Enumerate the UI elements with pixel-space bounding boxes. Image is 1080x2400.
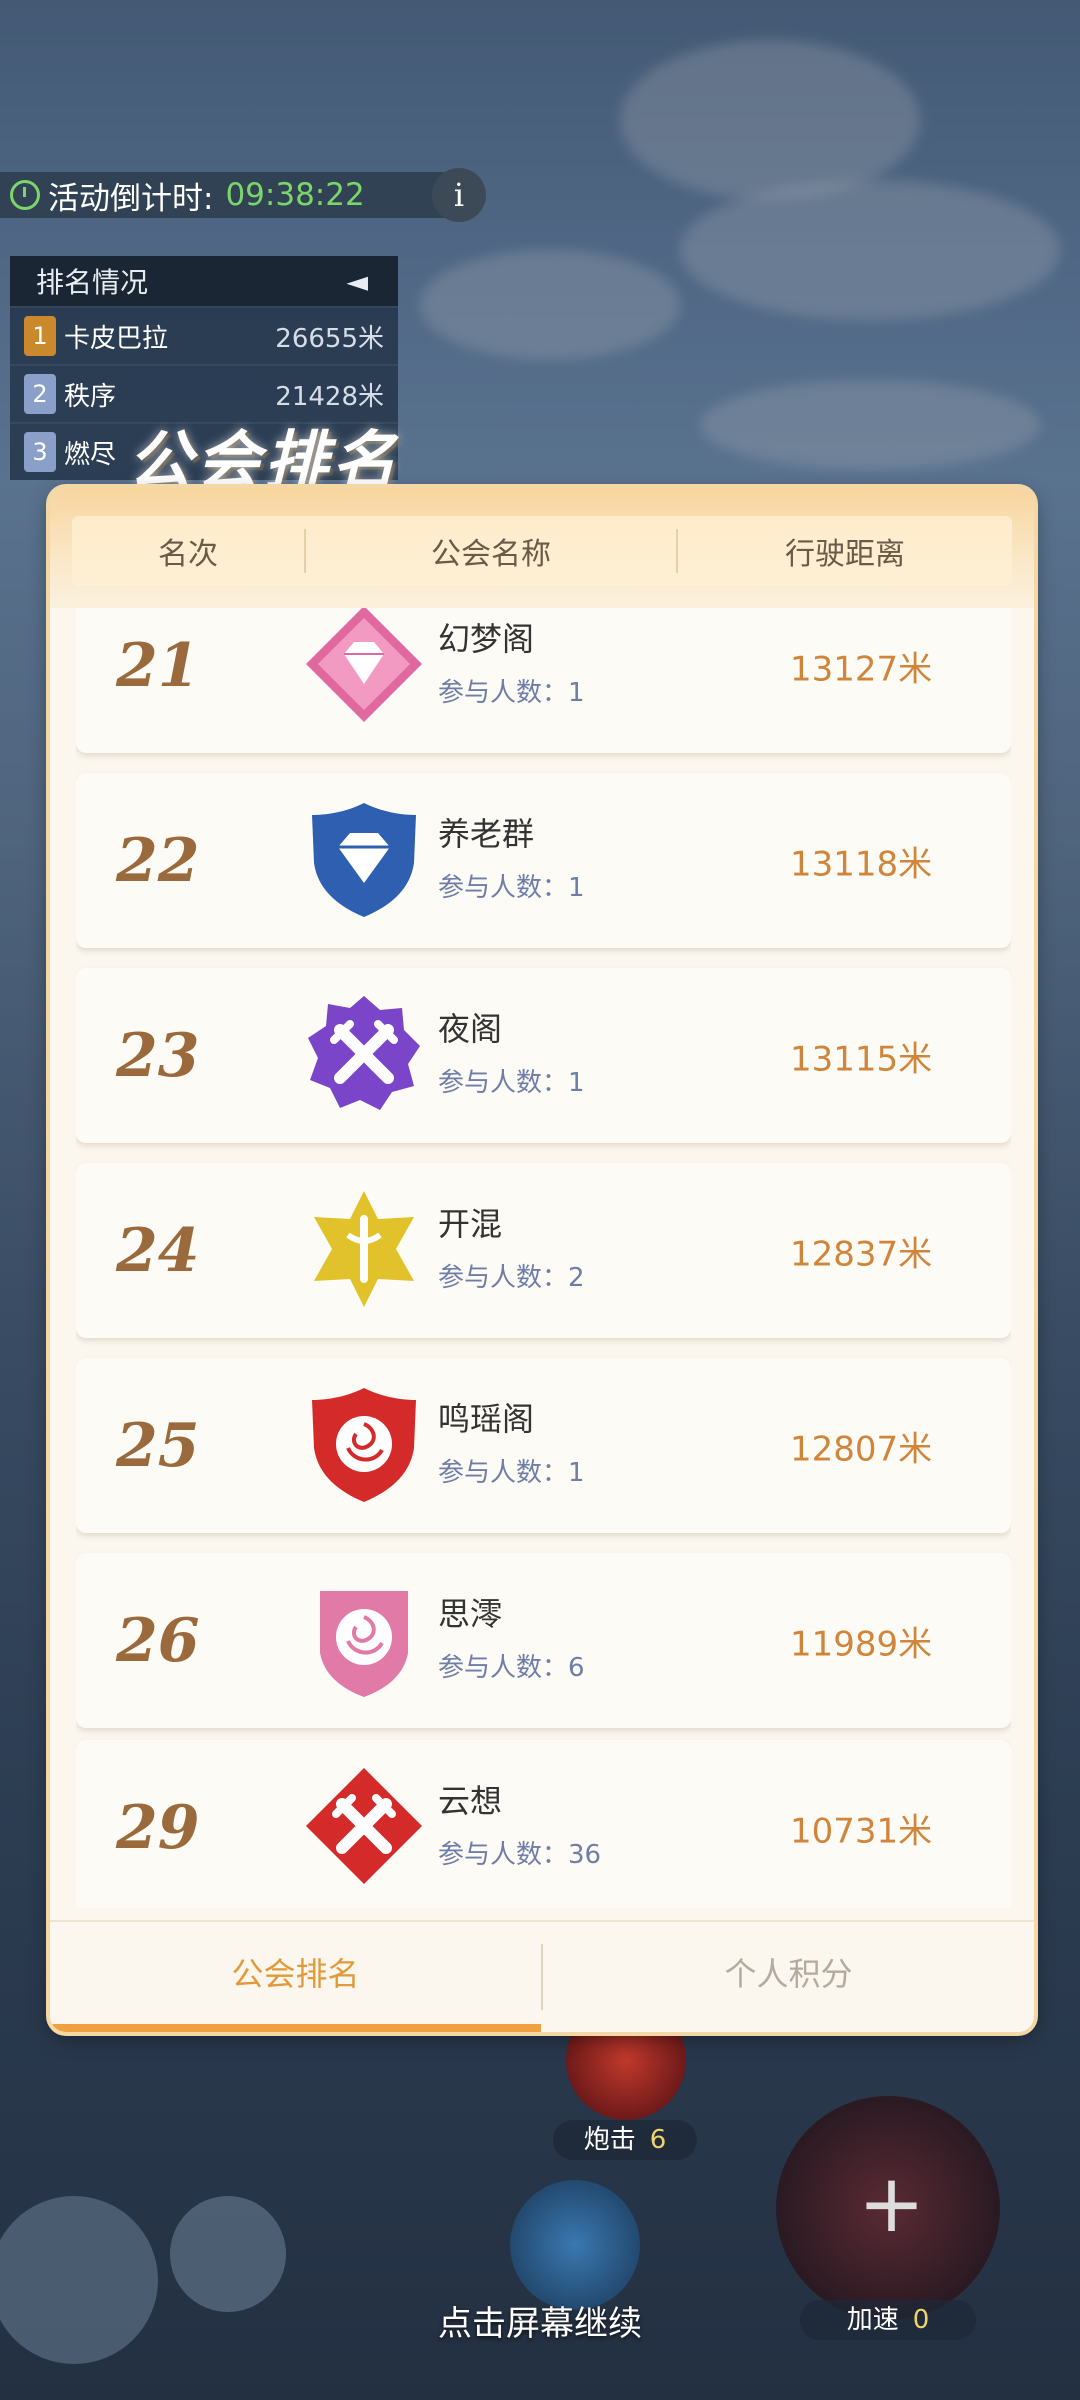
ranking-tabs: 公会排名 个人积分 xyxy=(50,1920,1034,2032)
table-row[interactable]: 25 鸣瑶阁 参与人数：1 12807米 xyxy=(76,1358,1011,1533)
red-rose-shield-badge-icon xyxy=(312,1388,416,1502)
table-row[interactable]: 23 夜阁 参与人数：1 13115米 xyxy=(76,968,1011,1143)
table-row[interactable]: 22 养老群 参与人数：1 13118米 xyxy=(76,773,1011,948)
countdown-time: 09:38:22 xyxy=(225,177,365,213)
tap-to-continue-hint[interactable]: 点击屏幕继续 xyxy=(0,2296,1080,2345)
live-ranking-header[interactable]: 排名情况 ◄ xyxy=(10,256,398,306)
guild-ranking-panel: 名次 公会名称 行驶距离 21 幻梦阁 参与人数：1 13127米 22 养老群… xyxy=(50,488,1034,2032)
propeller-skill-button[interactable] xyxy=(510,2180,640,2310)
pink-diamond-badge-icon xyxy=(306,608,422,722)
column-header: 名次 公会名称 行驶距离 xyxy=(72,516,1012,586)
gold-star-sword-badge-icon xyxy=(314,1191,414,1307)
home-button[interactable] xyxy=(170,2196,286,2312)
live-ranking-row: 1 卡皮巴拉 26655米 xyxy=(10,306,398,364)
cannon-skill-counter: 炮击 6 xyxy=(553,2120,697,2160)
countdown-bar: 活动倒计时: 09:38:22 xyxy=(0,172,480,218)
table-row[interactable]: 29 云想 参与人数：36 10731米 xyxy=(76,1740,1011,1908)
info-button[interactable]: i xyxy=(432,168,486,222)
table-row[interactable]: 24 开混 参与人数：2 12837米 xyxy=(76,1163,1011,1338)
tab-guild-ranking[interactable]: 公会排名 xyxy=(50,1922,541,2032)
column-distance: 行驶距离 xyxy=(785,537,905,572)
collapse-arrow-icon[interactable]: ◄ xyxy=(346,265,368,298)
guild-ranking-list[interactable]: 21 幻梦阁 参与人数：1 13127米 22 养老群 参与人数：1 13118… xyxy=(76,608,1011,1908)
table-row[interactable]: 21 幻梦阁 参与人数：1 13127米 xyxy=(76,608,1011,753)
pink-rose-badge-icon xyxy=(320,1591,408,1697)
red-crossed-swords-badge-icon xyxy=(306,1768,422,1884)
clock-icon xyxy=(10,180,40,210)
column-guild-name: 公会名称 xyxy=(304,529,678,573)
column-rank: 名次 xyxy=(158,537,218,572)
plus-icon: + xyxy=(858,2157,926,2250)
purple-crossed-swords-badge-icon xyxy=(308,996,420,1110)
tab-personal-score[interactable]: 个人积分 xyxy=(543,1922,1034,2032)
blue-shield-diamond-badge-icon xyxy=(312,803,416,917)
countdown-label: 活动倒计时: xyxy=(48,180,214,217)
table-row[interactable]: 26 思澪 参与人数：6 11989米 xyxy=(76,1553,1011,1728)
